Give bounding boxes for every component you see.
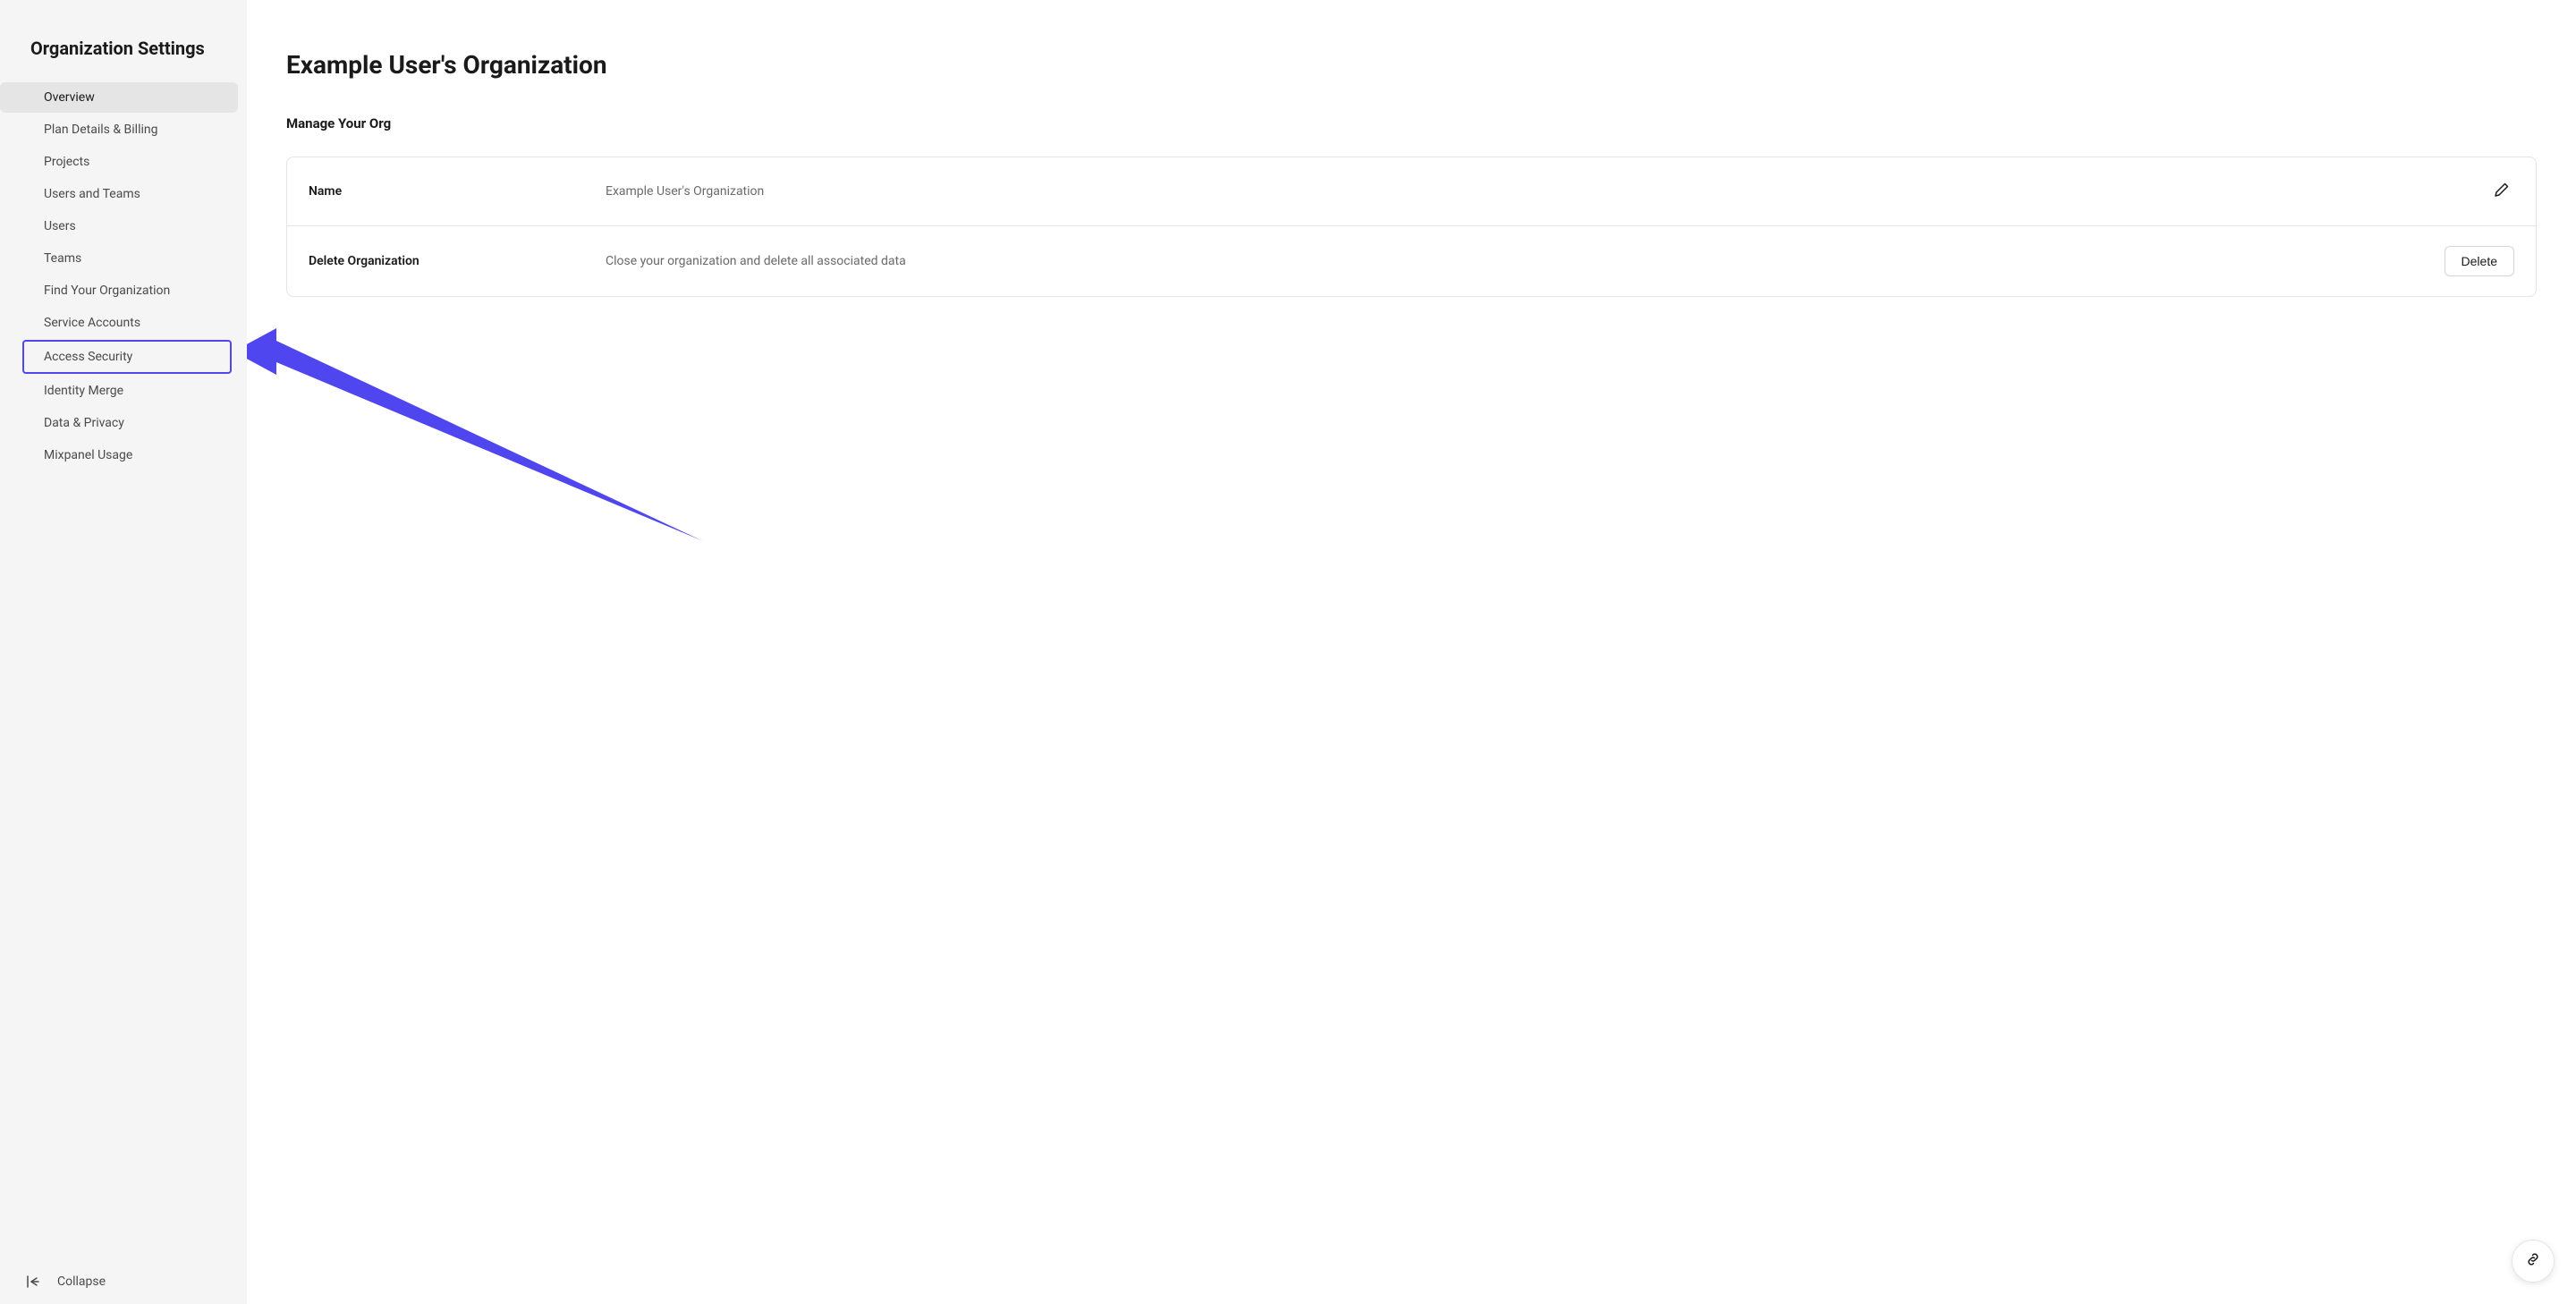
sidebar-item-projects[interactable]: Projects bbox=[0, 147, 238, 177]
sidebar-item-users[interactable]: Users bbox=[0, 211, 238, 241]
sidebar-item-find-organization[interactable]: Find Your Organization bbox=[0, 275, 238, 306]
edit-button[interactable] bbox=[2489, 177, 2514, 206]
sidebar-header: Organization Settings bbox=[0, 0, 247, 75]
pencil-icon bbox=[2493, 181, 2511, 202]
sidebar-item-label: Teams bbox=[44, 251, 81, 266]
sidebar-title: Organization Settings bbox=[30, 38, 216, 59]
sidebar: Organization Settings Overview Plan Deta… bbox=[0, 0, 247, 1304]
link-icon bbox=[2525, 1251, 2541, 1271]
collapse-label: Collapse bbox=[57, 1274, 106, 1289]
section-title: Manage Your Org bbox=[286, 115, 2537, 131]
sidebar-collapse-button[interactable]: Collapse bbox=[0, 1259, 247, 1304]
floating-link-button[interactable] bbox=[2512, 1240, 2555, 1283]
sidebar-item-label: Users bbox=[44, 219, 76, 233]
sidebar-item-label: Access Security bbox=[44, 350, 132, 364]
sidebar-item-users-and-teams[interactable]: Users and Teams bbox=[0, 179, 238, 209]
sidebar-item-identity-merge[interactable]: Identity Merge bbox=[0, 376, 238, 406]
sidebar-item-label: Identity Merge bbox=[44, 384, 123, 398]
row-value: Close your organization and delete all a… bbox=[606, 254, 2445, 268]
sidebar-item-service-accounts[interactable]: Service Accounts bbox=[0, 308, 238, 338]
annotation-arrow bbox=[247, 318, 716, 559]
sidebar-item-label: Data & Privacy bbox=[44, 416, 124, 430]
sidebar-item-teams[interactable]: Teams bbox=[0, 243, 238, 274]
sidebar-item-label: Plan Details & Billing bbox=[44, 123, 157, 137]
sidebar-item-label: Overview bbox=[44, 90, 95, 105]
settings-panel: Name Example User's Organization Delete … bbox=[286, 157, 2537, 297]
sidebar-item-data-privacy[interactable]: Data & Privacy bbox=[0, 408, 238, 438]
collapse-icon bbox=[25, 1274, 41, 1290]
row-value: Example User's Organization bbox=[606, 184, 2489, 199]
settings-row-delete: Delete Organization Close your organizat… bbox=[287, 226, 2536, 296]
sidebar-nav: Overview Plan Details & Billing Projects… bbox=[0, 75, 247, 472]
sidebar-item-overview[interactable]: Overview bbox=[0, 82, 238, 113]
settings-row-name: Name Example User's Organization bbox=[287, 157, 2536, 226]
sidebar-item-access-security[interactable]: Access Security bbox=[22, 340, 232, 374]
sidebar-item-label: Users and Teams bbox=[44, 187, 140, 201]
sidebar-item-label: Projects bbox=[44, 155, 89, 169]
sidebar-item-label: Find Your Organization bbox=[44, 284, 170, 298]
main-content: Example User's Organization Manage Your … bbox=[247, 0, 2576, 1304]
sidebar-item-plan-details[interactable]: Plan Details & Billing bbox=[0, 114, 238, 145]
row-label: Name bbox=[309, 184, 606, 199]
delete-button[interactable]: Delete bbox=[2445, 246, 2514, 276]
page-title: Example User's Organization bbox=[286, 50, 2537, 80]
row-label: Delete Organization bbox=[309, 254, 606, 268]
sidebar-item-label: Mixpanel Usage bbox=[44, 448, 132, 462]
sidebar-item-mixpanel-usage[interactable]: Mixpanel Usage bbox=[0, 440, 238, 470]
sidebar-item-label: Service Accounts bbox=[44, 316, 140, 330]
